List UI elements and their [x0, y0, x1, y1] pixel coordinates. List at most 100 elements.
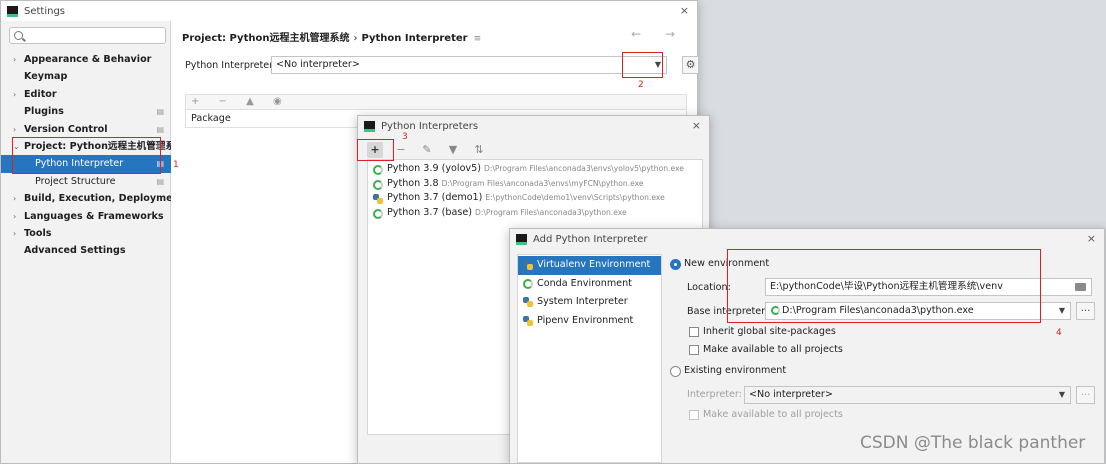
- list-item[interactable]: Python 3.9 (yolov5) D:\Program Files\anco…: [368, 162, 702, 177]
- nav-item-plugins[interactable]: Plugins ▤: [1, 103, 171, 120]
- list-item[interactable]: Python 3.7 (demo1) E:\pythonCode\demo1\ve…: [368, 191, 702, 206]
- env-item-system[interactable]: System Interpreter: [518, 293, 661, 312]
- nav-label: Build, Execution, Deployment: [24, 193, 171, 205]
- settings-sidebar: › Appearance & Behavior Keymap › Editor Pl…: [1, 21, 171, 463]
- interpreters-titlebar: Python Interpreters ×: [358, 116, 709, 136]
- close-icon[interactable]: ×: [1087, 232, 1096, 245]
- ring-icon: [373, 208, 383, 219]
- config-icon: ▤: [156, 124, 164, 134]
- nav-item-keymap[interactable]: Keymap: [1, 68, 171, 85]
- existing-interpreter-value: <No interpreter>: [749, 389, 833, 400]
- dropdown-arrow-icon[interactable]: ▼: [1059, 387, 1065, 403]
- env-label: Conda Environment: [537, 277, 632, 289]
- interpreter-select[interactable]: <No interpreter> ▼: [271, 56, 667, 74]
- close-icon[interactable]: ×: [680, 4, 689, 17]
- env-item-conda[interactable]: Conda Environment: [518, 275, 661, 294]
- nav-label: Project Structure: [35, 175, 116, 187]
- interpreter-path: D:\Program Files\anconada3\envs\yolov5\p…: [483, 164, 684, 173]
- interpreter-path: D:\Program Files\anconada3\python.exe: [474, 207, 627, 217]
- config-icon: ▤: [156, 176, 164, 186]
- environment-type-list: Virtualenv Environment Conda Environment…: [517, 254, 662, 463]
- nav-label: Languages & Frameworks: [24, 210, 164, 222]
- dropdown-arrow-icon[interactable]: ▼: [1059, 303, 1065, 319]
- interpreter-name: Python 3.7 (base): [387, 206, 472, 218]
- back-forward-icons[interactable]: ← →: [631, 27, 685, 41]
- menu-icon[interactable]: ≡: [474, 34, 482, 44]
- make-available-label: Make available to all projects: [703, 344, 843, 355]
- env-item-virtualenv[interactable]: Virtualenv Environment: [518, 256, 661, 275]
- existing-environment-radio[interactable]: [670, 366, 681, 377]
- remove-icon[interactable]: −: [393, 142, 409, 158]
- chevron-right-icon: ›: [13, 124, 17, 134]
- browse-button-disabled[interactable]: ...: [1076, 386, 1095, 404]
- list-item[interactable]: Python 3.7 (base) D:\Program Files\ancona…: [368, 206, 702, 221]
- dialog-title: Add Python Interpreter: [533, 233, 648, 245]
- make-available-checkbox[interactable]: [689, 345, 699, 355]
- nav-item-appearance[interactable]: › Appearance & Behavior: [1, 51, 171, 68]
- make-available-existing-label: Make available to all projects: [703, 409, 843, 420]
- interpreter-path: E:\pythonCode\demo1\venv\Scripts\python.…: [485, 193, 665, 202]
- nav-item-editor[interactable]: › Editor: [1, 86, 171, 103]
- annotation-box-1: [12, 137, 161, 174]
- inherit-checkbox[interactable]: [689, 327, 699, 337]
- nav-item-build[interactable]: › Build, Execution, Deployment: [1, 190, 171, 207]
- interpreter-label: Interpreter:: [687, 389, 742, 400]
- env-item-pipenv[interactable]: Pipenv Environment: [518, 312, 661, 331]
- tree-icon[interactable]: ⇅: [471, 142, 487, 158]
- chevron-right-icon: ›: [13, 194, 17, 204]
- nav-label: Tools: [24, 227, 52, 239]
- interpreter-name: Python 3.9 (yolov5): [387, 163, 481, 174]
- gear-icon[interactable]: ⚙: [682, 56, 699, 74]
- list-item[interactable]: Python 3.8 D:\Program Files\anconada3\env…: [368, 177, 702, 192]
- config-icon: ▤: [156, 107, 164, 117]
- breadcrumb-project[interactable]: Project: Python远程主机管理系统: [182, 33, 349, 44]
- settings-titlebar: Settings ×: [1, 1, 697, 21]
- interpreter-value: <No interpreter>: [276, 59, 360, 70]
- pycharm-icon: [364, 120, 375, 132]
- breadcrumb-page: Python Interpreter: [361, 33, 468, 44]
- nav-label: Keymap: [24, 71, 68, 83]
- interpreter-path: D:\Program Files\anconada3\envs\myFCN\py…: [441, 178, 644, 188]
- annotation-box-4: [727, 249, 1041, 323]
- pycharm-icon: [516, 233, 527, 245]
- annotation-box-2: [622, 52, 663, 78]
- nav-label: Appearance & Behavior: [24, 54, 152, 65]
- dialog-title: Python Interpreters: [381, 120, 479, 132]
- nav-item-languages[interactable]: › Languages & Frameworks: [1, 208, 171, 225]
- python-icon: [523, 260, 533, 270]
- filter-icon[interactable]: ▼: [445, 142, 461, 158]
- nav-label: Version Control: [24, 123, 108, 135]
- python-icon: [523, 315, 533, 326]
- browse-button[interactable]: ...: [1076, 302, 1095, 320]
- ring-icon: [523, 278, 533, 289]
- annotation-label-1: 1: [173, 160, 179, 170]
- nav-item-advanced[interactable]: Advanced Settings: [1, 242, 171, 259]
- edit-icon[interactable]: ✎: [419, 142, 435, 158]
- folder-icon[interactable]: [1075, 283, 1086, 291]
- chevron-right-icon: ›: [13, 89, 17, 99]
- close-icon[interactable]: ×: [692, 119, 701, 132]
- chevron-right-icon: ›: [13, 55, 17, 64]
- make-available-existing-checkbox[interactable]: [689, 410, 699, 420]
- new-environment-radio[interactable]: [670, 259, 681, 270]
- watermark: CSDN @The black panther: [860, 433, 1086, 453]
- interpreter-name: Python 3.8: [387, 177, 439, 189]
- search-input[interactable]: [9, 27, 166, 44]
- location-label: Location:: [687, 282, 731, 293]
- nav-item-version-control[interactable]: › Version Control ▤: [1, 121, 171, 138]
- pycharm-icon: [7, 5, 18, 17]
- existing-interpreter-select[interactable]: <No interpreter> ▼: [744, 386, 1071, 404]
- interpreter-label: Python Interpreter:: [185, 60, 277, 71]
- inherit-label: Inherit global site-packages: [703, 326, 836, 337]
- package-toolbar[interactable]: + − ▲ ◉: [185, 94, 687, 110]
- ring-icon: [373, 165, 383, 175]
- env-label: System Interpreter: [537, 296, 628, 307]
- interpreter-name: Python 3.7 (demo1): [387, 192, 483, 203]
- nav-item-project-structure[interactable]: Project Structure ▤: [1, 173, 171, 190]
- nav-label: Advanced Settings: [24, 245, 126, 257]
- annotation-label-3: 3: [402, 132, 408, 142]
- existing-environment-label: Existing environment: [684, 365, 787, 376]
- nav-item-tools[interactable]: › Tools: [1, 225, 171, 242]
- nav-label: Plugins: [24, 106, 64, 118]
- annotation-label-4: 4: [1056, 328, 1062, 338]
